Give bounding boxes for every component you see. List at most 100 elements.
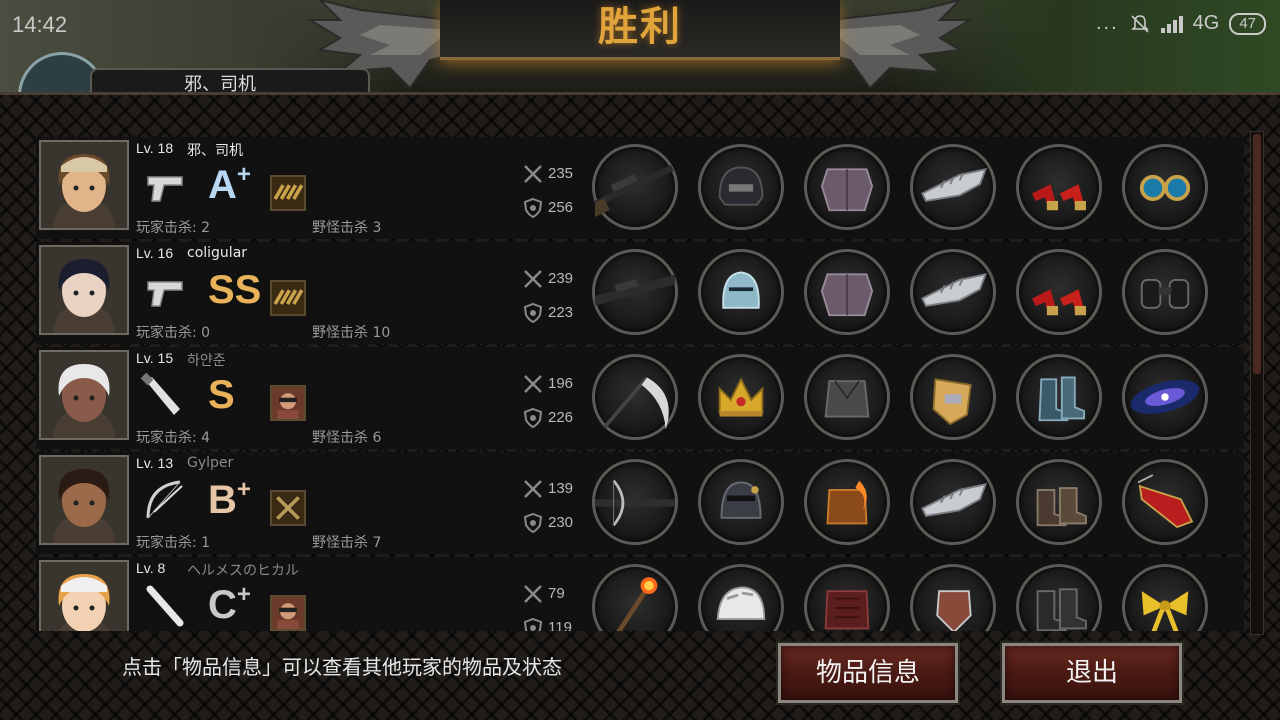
current-player-plate: 邪、司机 xyxy=(90,68,370,94)
galaxy-icon xyxy=(1130,379,1200,415)
player-level: Lv. 8 xyxy=(136,560,166,576)
results-panel: Lv. 18 邪、司机 A+ 玩家击杀: 2 野怪击杀 3 235 256 Lv… xyxy=(0,92,1280,720)
equipment-slot[interactable] xyxy=(592,459,678,545)
shield-badge-icon xyxy=(932,378,972,426)
fighter-portrait-icon xyxy=(270,385,306,421)
crossed-swords-icon xyxy=(524,270,542,288)
player-name: ヘルメスのヒカル xyxy=(187,563,299,579)
player-rank: A+ xyxy=(208,163,251,208)
equipment-slot[interactable] xyxy=(910,144,996,230)
rank-plus: + xyxy=(236,476,251,503)
scrollbar[interactable] xyxy=(1250,131,1264,635)
player-row[interactable]: Lv. 15 하얀준 S 玩家击杀: 4 野怪击杀 6 196 226 xyxy=(36,347,1244,449)
dark-helmet-icon xyxy=(720,481,762,519)
equipment-slot[interactable] xyxy=(698,564,784,631)
player-portrait[interactable] xyxy=(39,140,129,230)
equipment-slot[interactable] xyxy=(592,249,678,335)
steel-boots-icon xyxy=(1038,376,1086,422)
player-rank: S xyxy=(208,373,235,417)
player-row[interactable]: Lv. 8 ヘルメスのヒカル C+ 玩家击杀 野怪击杀 79 119 xyxy=(36,557,1244,631)
stone-armor-icon xyxy=(820,168,874,212)
player-row[interactable]: Lv. 13 Gylper B+ 玩家击杀: 1 野怪击杀 7 139 230 xyxy=(36,452,1244,554)
exit-button[interactable]: 退出 xyxy=(1000,641,1184,705)
player-list[interactable]: Lv. 18 邪、司机 A+ 玩家击杀: 2 野怪击杀 3 235 256 Lv… xyxy=(36,137,1244,631)
hint-text: 点击「物品信息」可以查看其他玩家的物品及状态 xyxy=(122,655,562,679)
equipment-slot[interactable] xyxy=(698,354,784,440)
fighter-portrait-icon xyxy=(270,595,306,631)
gauntlet-icon xyxy=(921,483,988,517)
player-kills: 玩家击杀: 1 xyxy=(136,535,211,551)
equipment-slot[interactable] xyxy=(1016,144,1102,230)
cloth-armor-icon xyxy=(824,380,870,418)
ammo-belt-icon xyxy=(270,280,306,316)
equipment-slot[interactable] xyxy=(910,459,996,545)
equipment-slot[interactable] xyxy=(1016,459,1102,545)
equipment-slot[interactable] xyxy=(698,144,784,230)
equipment-slot[interactable] xyxy=(804,354,890,440)
player-name: Gylper xyxy=(187,455,234,471)
equipment-slot[interactable] xyxy=(910,564,996,631)
player-level: Lv. 16 xyxy=(136,245,174,261)
monster-kills: 野怪击杀 3 xyxy=(312,220,382,236)
equipment-slot[interactable] xyxy=(592,354,678,440)
player-portrait[interactable] xyxy=(39,350,129,440)
crossed-swords-icon xyxy=(524,165,542,183)
equipment-slot[interactable] xyxy=(592,564,678,631)
player-row[interactable]: Lv. 18 邪、司机 A+ 玩家击杀: 2 野怪击杀 3 235 256 xyxy=(36,137,1244,239)
equipment-slot[interactable] xyxy=(1122,144,1208,230)
item-info-button[interactable]: 物品信息 xyxy=(776,641,960,705)
pistol-icon xyxy=(147,281,183,307)
player-portrait[interactable] xyxy=(39,245,129,335)
player-kills: 玩家击杀: 4 xyxy=(136,430,211,446)
player-kills: 玩家击杀: 0 xyxy=(136,325,211,341)
player-row[interactable]: Lv. 16 coligular SS 玩家击杀: 0 野怪击杀 10 239 … xyxy=(36,242,1244,344)
bat-icon xyxy=(146,585,184,627)
pistol-icon xyxy=(147,176,183,202)
equipment-slot[interactable] xyxy=(1016,354,1102,440)
equipment-slot[interactable] xyxy=(1122,459,1208,545)
crossed-swords-icon xyxy=(524,375,542,393)
equipment-slot[interactable] xyxy=(698,459,784,545)
scrollbar-thumb[interactable] xyxy=(1253,134,1261,374)
equipment-slot[interactable] xyxy=(1122,564,1208,631)
defense-value: 256 xyxy=(548,199,574,216)
player-rank: B+ xyxy=(208,476,251,523)
defense-value: 223 xyxy=(548,304,574,321)
equipment-slot[interactable] xyxy=(910,354,996,440)
monster-kills: 野怪击杀 10 xyxy=(312,325,391,341)
status-time: 14:42 xyxy=(12,12,68,37)
equipment-slot[interactable] xyxy=(698,249,784,335)
stone-armor-icon xyxy=(820,273,874,317)
attack-value: 196 xyxy=(548,375,574,392)
knife-icon xyxy=(140,372,180,415)
bow-icon xyxy=(146,480,183,519)
equipment-slot[interactable] xyxy=(910,249,996,335)
equipment-slot[interactable] xyxy=(1016,564,1102,631)
defense-value: 119 xyxy=(548,619,572,631)
flame-armor-icon xyxy=(826,480,868,525)
equipment-slot[interactable] xyxy=(1122,249,1208,335)
equipment-slot[interactable] xyxy=(804,249,890,335)
player-portrait[interactable] xyxy=(39,560,129,631)
quiver-icon xyxy=(1137,474,1194,529)
signal-icon xyxy=(1160,15,1183,33)
red-heels-icon xyxy=(1032,289,1086,316)
shield-icon xyxy=(523,512,543,534)
player-level: Lv. 18 xyxy=(136,140,174,156)
gauntlet-icon xyxy=(921,273,988,307)
sniper-rifle-icon xyxy=(595,165,674,219)
equipment-slot[interactable] xyxy=(1016,249,1102,335)
equipment-slot[interactable] xyxy=(804,564,890,631)
player-name: coligular xyxy=(187,245,248,261)
battery-indicator: 47 xyxy=(1229,12,1266,35)
goggles-icon xyxy=(1139,174,1191,201)
player-portrait[interactable] xyxy=(39,455,129,545)
equipment-slot[interactable] xyxy=(804,144,890,230)
equipment-slot[interactable] xyxy=(592,144,678,230)
equipment-slot[interactable] xyxy=(1122,354,1208,440)
combat-boots-icon xyxy=(1036,588,1087,631)
equipment-slot[interactable] xyxy=(804,459,890,545)
scythe-icon xyxy=(602,376,669,430)
player-rank: SS xyxy=(208,268,261,312)
leather-boots-icon xyxy=(1036,487,1087,527)
